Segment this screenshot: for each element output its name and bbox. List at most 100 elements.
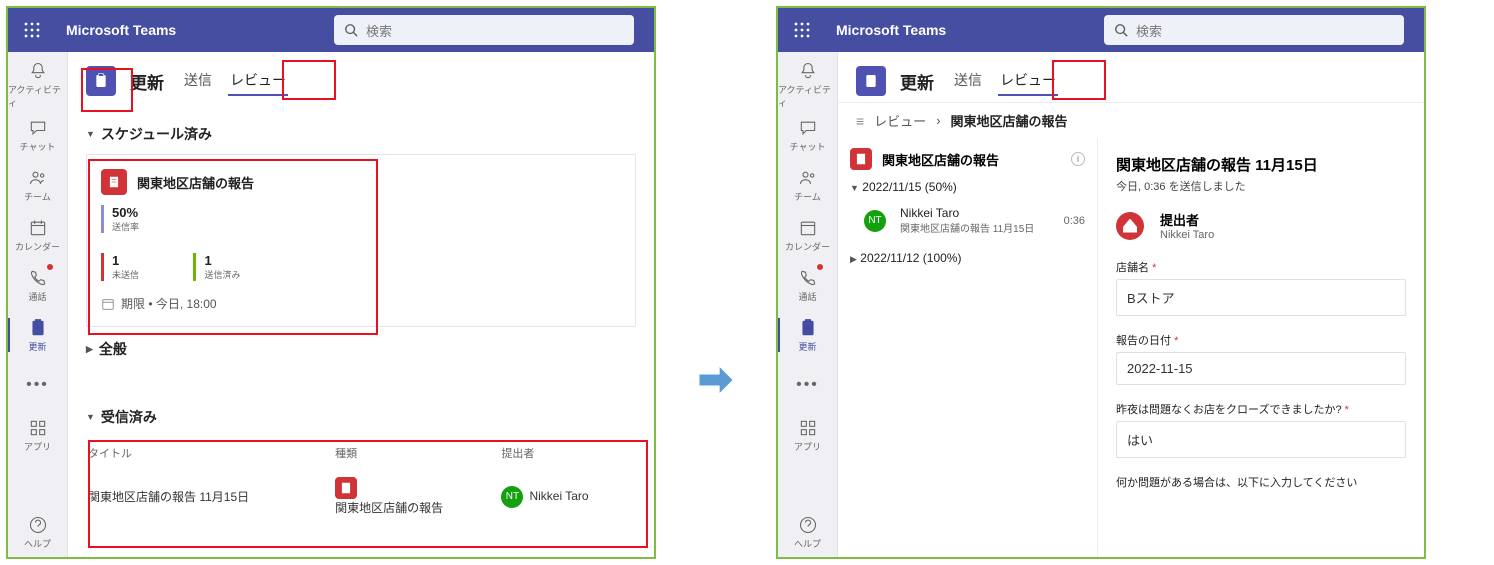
date-group-2[interactable]: ▶ 2022/11/12 (100%) [850, 251, 1085, 265]
avatar: NT [501, 486, 523, 508]
col-submitter: 提出者 [501, 439, 634, 467]
tab-send[interactable]: 送信 [182, 66, 214, 96]
chevron-down-icon: ▼ [850, 183, 859, 193]
rail-chat[interactable]: チャット [8, 110, 67, 160]
waffle-icon [794, 22, 810, 38]
rail-help[interactable]: ヘルプ [8, 507, 67, 557]
report-icon [101, 169, 127, 195]
chat-icon [28, 118, 48, 138]
section-received-header[interactable]: ▼ 受信済み [86, 407, 636, 427]
rail-teams[interactable]: チーム [8, 160, 67, 210]
deadline-row: 期限 • 今日, 18:00 [101, 295, 621, 312]
metric-unsent: 1 未送信 [101, 253, 139, 281]
metric-sent: 1 送信済み [193, 253, 240, 281]
tab-review[interactable]: レビュー [228, 66, 288, 96]
page-header: 更新 送信 レビュー [838, 52, 1424, 102]
screenshot-left: Microsoft Teams 検索 アクティビティ チャット チーム カレンダ… [6, 6, 656, 559]
app-launcher[interactable] [8, 22, 56, 38]
app-rail: アクティビティ チャット チーム カレンダー 通話 更新 ••• アプリ ヘルプ [778, 52, 838, 557]
rail-apps[interactable]: アプリ [8, 410, 67, 460]
calendar-small-icon [101, 297, 115, 311]
bell-icon [28, 61, 48, 81]
app-name: Microsoft Teams [836, 22, 946, 38]
field-value-store[interactable]: Bストア [1116, 279, 1406, 316]
rail-activity[interactable]: アクティビティ [8, 60, 67, 110]
rail-activity[interactable]: アクティビティ [778, 60, 837, 110]
app-launcher[interactable] [778, 22, 826, 38]
rail-calendar[interactable]: カレンダー [8, 210, 67, 260]
col-title: タイトル [88, 439, 333, 467]
info-icon[interactable]: i [1071, 152, 1085, 166]
sent-timestamp: 今日, 0:36 を送信しました [1116, 178, 1406, 194]
breadcrumb-root[interactable]: レビュー [874, 111, 926, 130]
tab-review[interactable]: レビュー [998, 66, 1058, 96]
rail-calendar[interactable]: カレンダー [778, 210, 837, 260]
entries-pane: 関東地区店舗の報告 i ▼ 2022/11/15 (50%) NT Nikkei… [838, 138, 1098, 557]
arrow-icon [694, 358, 738, 407]
breadcrumb: ≡ レビュー › 関東地区店舗の報告 [838, 102, 1424, 138]
tab-send[interactable]: 送信 [952, 66, 984, 96]
card-title: 関東地区店舗の報告 [137, 173, 254, 192]
rail-teams[interactable]: チーム [778, 160, 837, 210]
detail-pane: 関東地区店舗の報告 11月15日 今日, 0:36 を送信しました 提出者 Ni… [1098, 138, 1424, 557]
titlebar: Microsoft Teams 検索 [778, 8, 1424, 52]
titlebar: Microsoft Teams 検索 [8, 8, 654, 52]
search-placeholder: 検索 [1136, 21, 1162, 40]
rail-updates[interactable]: 更新 [778, 310, 837, 360]
hamburger-icon[interactable]: ≡ [856, 113, 864, 129]
page-tabs: 送信 レビュー [182, 66, 288, 96]
report-icon [335, 477, 357, 499]
chevron-down-icon: ▼ [86, 412, 95, 422]
ellipsis-icon: ••• [26, 376, 49, 394]
rail-updates[interactable]: 更新 [8, 310, 67, 360]
section-scheduled-header[interactable]: ▼ スケジュール済み [86, 124, 636, 144]
notification-dot [817, 264, 823, 270]
search-box[interactable]: 検索 [334, 15, 634, 45]
page-header: 更新 送信 レビュー [68, 52, 654, 102]
people-icon [798, 168, 818, 188]
main-pane: 更新 送信 レビュー ≡ レビュー › 関東地区店舗の報告 関東地区店舗の報告 … [838, 52, 1424, 557]
page-title: 更新 [130, 69, 164, 94]
apps-icon [28, 418, 48, 438]
search-box[interactable]: 検索 [1104, 15, 1404, 45]
rail-chat[interactable]: チャット [778, 110, 837, 160]
table-row[interactable]: 関東地区店舗の報告 11月15日 関東地区店舗の報告 NTNikkei Taro [88, 469, 634, 524]
rail-calls[interactable]: 通話 [8, 260, 67, 310]
calendar-icon [798, 218, 818, 238]
report-card[interactable]: 関東地区店舗の報告 50% 送信率 1 未送信 1 送信済み [86, 154, 636, 327]
content-area: ▼ スケジュール済み 関東地区店舗の報告 50% 送信率 1 未送信 [68, 102, 654, 557]
bell-icon [798, 61, 818, 81]
rail-calls[interactable]: 通話 [778, 260, 837, 310]
main-pane: 更新 送信 レビュー ▼ スケジュール済み 関東地区店舗の報告 [68, 52, 654, 557]
clipboard-icon [798, 318, 818, 338]
search-icon [344, 23, 358, 37]
breadcrumb-leaf: 関東地区店舗の報告 [951, 111, 1068, 130]
rail-more[interactable]: ••• [8, 360, 67, 410]
screenshot-right: Microsoft Teams 検索 アクティビティ チャット チーム カレンダ… [776, 6, 1426, 559]
metric-send-rate: 50% 送信率 [101, 205, 139, 233]
rail-apps[interactable]: アプリ [778, 410, 837, 460]
field-value-date[interactable]: 2022-11-15 [1116, 352, 1406, 385]
field-value-close-ok[interactable]: はい [1116, 421, 1406, 458]
rail-more[interactable]: ••• [778, 360, 837, 410]
avatar: NT [864, 210, 886, 232]
detail-title: 関東地区店舗の報告 11月15日 [1116, 154, 1406, 175]
rail-help[interactable]: ヘルプ [778, 507, 837, 557]
field-label-store: 店舗名 * [1116, 259, 1406, 275]
section-general-header[interactable]: ▶ 全般 [86, 339, 636, 359]
search-placeholder: 検索 [366, 21, 392, 40]
report-icon [850, 148, 872, 170]
breadcrumb-separator: › [936, 113, 940, 128]
entry-row[interactable]: NT Nikkei Taro 関東地区店舗の報告 11月15日 0:36 [850, 202, 1085, 243]
waffle-icon [24, 22, 40, 38]
person-icon [1116, 212, 1144, 240]
page-title: 更新 [900, 69, 934, 94]
date-group-1[interactable]: ▼ 2022/11/15 (50%) [850, 180, 1085, 194]
phone-icon [28, 268, 48, 288]
updates-app-icon [86, 66, 116, 96]
chevron-right-icon: ▶ [86, 344, 93, 355]
calendar-icon [28, 218, 48, 238]
apps-icon [798, 418, 818, 438]
chevron-right-icon: ▶ [850, 254, 857, 264]
app-rail: アクティビティ チャット チーム カレンダー 通話 更新 ••• アプリ ヘルプ [8, 52, 68, 557]
